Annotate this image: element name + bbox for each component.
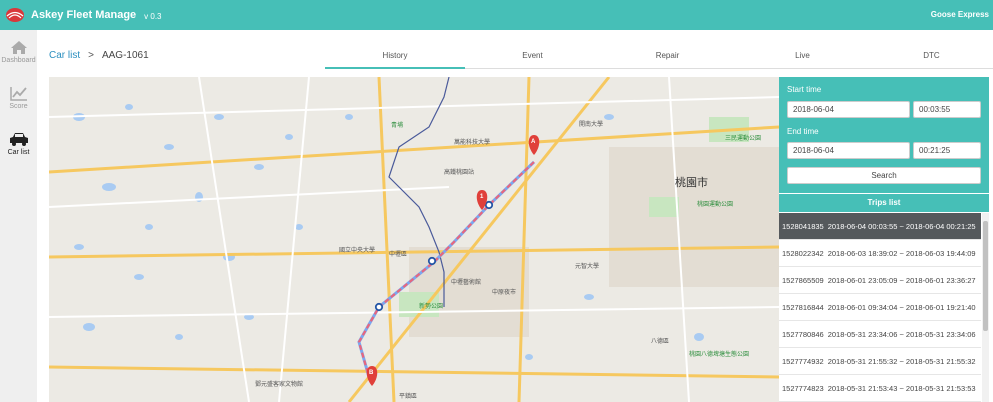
tab-bar: History Event Repair Live DTC	[325, 43, 993, 69]
map-label-sanmin: 三民運動公園	[725, 136, 762, 142]
map-label-xinjie: 新勢公園	[419, 304, 444, 310]
app-version: v 0.3	[144, 11, 162, 21]
top-bar: Askey Fleet Manage v 0.3 Goose Express	[0, 0, 993, 30]
search-form: Start time 2018-06-04 00:03:55 End time …	[779, 77, 989, 193]
tab-live[interactable]: Live	[735, 43, 870, 69]
end-time-input[interactable]: 00:21:25	[913, 142, 981, 159]
breadcrumb-car-list-link[interactable]: Car list	[49, 50, 80, 61]
end-date-input[interactable]: 2018-06-04	[787, 142, 910, 159]
breadcrumb: Car list > AAG-1061	[49, 50, 149, 61]
trip-id: 1527780846	[782, 330, 824, 339]
trip-row[interactable]: 1527774823 2018-05-31 21:53:43 ~ 2018-05-…	[779, 375, 981, 402]
marker-1-label: 1	[480, 194, 484, 200]
trip-row[interactable]: 1527780846 2018-05-31 23:34:06 ~ 2018-05-…	[779, 321, 981, 348]
trip-row[interactable]: 1527816844 2018-06-01 09:34:04 ~ 2018-06-…	[779, 294, 981, 321]
map-canvas	[49, 77, 779, 402]
tab-history[interactable]: History	[325, 43, 465, 69]
start-time-input[interactable]: 00:03:55	[913, 101, 981, 118]
search-button[interactable]: Search	[787, 167, 981, 184]
user-name[interactable]: Goose Express	[931, 10, 989, 19]
tab-repair[interactable]: Repair	[600, 43, 735, 69]
map-label-zhongli-night: 中原夜市	[492, 290, 517, 296]
map-label-badeh: 八德區	[651, 339, 670, 345]
history-panel: Start time 2018-06-04 00:03:55 End time …	[779, 77, 989, 402]
trips-list-header: Trips list	[779, 194, 989, 212]
map-label-zhongli: 中壢區	[389, 252, 408, 258]
sidebar-item-dashboard[interactable]: Dashboard	[0, 40, 37, 82]
trip-time-range: 2018-06-04 00:03:55 ~ 2018-06-04 00:21:2…	[827, 222, 976, 231]
trip-id: 1527865509	[782, 276, 824, 285]
trip-id: 1528022342	[782, 249, 824, 258]
app-title: Askey Fleet Manage	[31, 9, 137, 21]
map-label-badeh-eco: 桃園八德埤塘生態公園	[689, 352, 750, 358]
askey-logo-icon	[6, 8, 24, 22]
trip-row[interactable]: 1528041835 2018-06-04 00:03:55 ~ 2018-06-…	[779, 213, 981, 240]
start-date-input[interactable]: 2018-06-04	[787, 101, 910, 118]
trip-time-range: 2018-06-01 23:05:09 ~ 2018-06-01 23:36:2…	[827, 276, 976, 285]
breadcrumb-current: AAG-1061	[101, 50, 149, 61]
map-label-city: 桃園市	[675, 177, 708, 189]
breadcrumb-separator: >	[88, 50, 94, 61]
trip-time-range: 2018-05-31 23:34:06 ~ 2018-05-31 23:34:0…	[827, 330, 976, 339]
trip-id: 1528041835	[782, 222, 824, 231]
trip-time-range: 2018-05-31 21:53:43 ~ 2018-05-31 21:53:5…	[827, 384, 976, 393]
start-time-label: Start time	[787, 85, 822, 94]
trip-time-range: 2018-06-03 18:39:02 ~ 2018-06-03 19:44:0…	[827, 249, 976, 258]
trip-id: 1527774823	[782, 384, 824, 393]
map-label-qingpu: 青埔	[391, 123, 404, 129]
scrollbar-thumb[interactable]	[983, 221, 988, 331]
trip-id: 1527774932	[782, 357, 824, 366]
trip-row[interactable]: 1527774932 2018-05-31 21:55:32 ~ 2018-05-…	[779, 348, 981, 375]
line-chart-icon	[9, 87, 27, 101]
marker-b-label: B	[369, 370, 374, 376]
marker-a[interactable]	[528, 135, 540, 155]
trip-time-range: 2018-05-31 21:55:32 ~ 2018-05-31 21:55:3…	[827, 357, 976, 366]
trips-list: 1528041835 2018-06-04 00:03:55 ~ 2018-06-…	[779, 213, 981, 402]
car-icon	[9, 133, 28, 146]
map-label-pingzhen: 平鎮區	[399, 394, 418, 400]
route-map[interactable]: A 1 B 桃園市 青埔 中壢區 國立中央大學 元智大學 新勢公園 中壢藝術館 …	[49, 77, 779, 402]
sidebar-item-label: Score	[9, 103, 28, 110]
home-icon	[10, 41, 27, 54]
trip-id: 1527816844	[782, 303, 824, 312]
trip-row[interactable]: 1528022342 2018-06-03 18:39:02 ~ 2018-06-…	[779, 240, 981, 267]
end-time-label: End time	[787, 127, 819, 136]
trip-row[interactable]: 1527865509 2018-06-01 23:05:09 ~ 2018-06-…	[779, 267, 981, 294]
map-label-ncu: 國立中央大學	[339, 248, 376, 254]
marker-b[interactable]	[366, 366, 378, 386]
map-label-kainan: 開南大學	[579, 122, 604, 128]
map-label-zhongli-art: 中壢藝術館	[451, 280, 482, 286]
tab-event[interactable]: Event	[465, 43, 600, 69]
sidebar-item-score[interactable]: Score	[0, 86, 37, 128]
map-label-taoyuan-sports: 桃園運動公園	[697, 202, 734, 208]
sidebar-item-car-list[interactable]: Car list	[0, 132, 37, 174]
map-label-yzu: 元智大學	[575, 264, 600, 270]
tab-dtc[interactable]: DTC	[870, 43, 993, 69]
sidebar: Dashboard Score Car list	[0, 30, 37, 402]
trips-scrollbar[interactable]	[982, 213, 989, 402]
map-label-hakka: 鄧元盛客家文物館	[255, 382, 304, 388]
sidebar-item-label: Dashboard	[1, 57, 36, 64]
map-label-wanneng: 萬能科技大學	[454, 140, 491, 146]
map-label-gaotie: 高鐵桃園站	[444, 170, 475, 176]
sidebar-item-label: Car list	[7, 149, 30, 156]
marker-a-label: A	[531, 139, 536, 145]
trip-time-range: 2018-06-01 09:34:04 ~ 2018-06-01 19:21:4…	[827, 303, 976, 312]
